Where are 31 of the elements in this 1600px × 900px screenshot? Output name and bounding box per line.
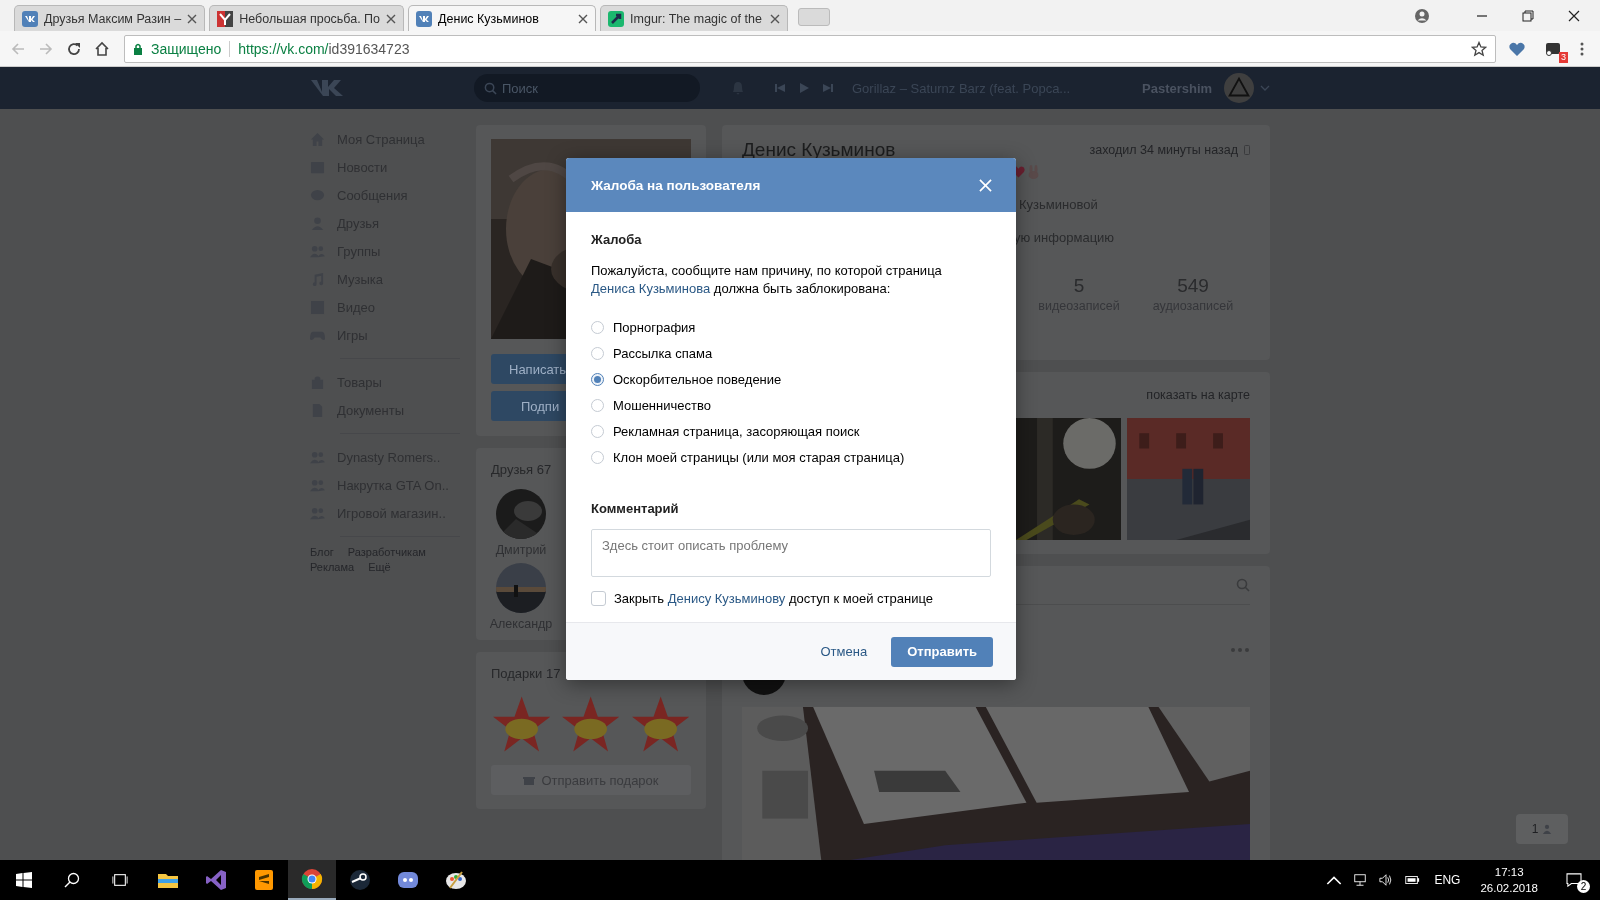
notification-count: 2 xyxy=(1577,880,1590,893)
radio-option[interactable]: Клон моей страницы (или моя старая страница) xyxy=(591,444,991,470)
security-label: Защищено xyxy=(151,40,222,57)
language-indicator[interactable]: ENG xyxy=(1434,873,1461,887)
section-title: Жалоба xyxy=(591,232,643,247)
profile-link[interactable]: Дениса Кузьминова xyxy=(591,281,711,296)
browser-tab[interactable]: Небольшая просьба. По xyxy=(209,5,405,31)
address-bar[interactable]: Защищено https://vk.com/id391634723 xyxy=(124,34,1496,63)
search-field[interactable]: Поиск xyxy=(474,74,700,102)
description-text: Пожалуйста, сообщите нам причину, по которой страница Дениса Кузьминова должна быть заблокирована: xyxy=(591,262,943,298)
radio-option[interactable]: Рассылка спама xyxy=(591,340,991,366)
dialog-title: Жалоба на пользователя xyxy=(591,177,761,193)
cancel-button[interactable]: Отмена xyxy=(804,636,884,667)
clock-time[interactable]: 17:13 xyxy=(1494,864,1524,880)
browser-tab[interactable]: Денис Кузьминов xyxy=(408,5,597,31)
profile-link[interactable]: Денису Кузьминову xyxy=(667,591,786,606)
radio-option[interactable]: Порнография xyxy=(591,314,991,340)
clock-date[interactable]: 26.02.2018 xyxy=(1480,880,1538,896)
notification-badge: 3 xyxy=(1559,51,1568,63)
profile-name: Денис Кузьминов xyxy=(742,139,896,161)
comment-field[interactable]: Здесь стоит описать проблему xyxy=(591,529,991,577)
radio-option[interactable]: Рекламная страница, засоряющая поиск xyxy=(591,418,991,444)
radio-option[interactable]: Оскорбительное поведение xyxy=(591,366,991,392)
browser-tab[interactable]: Друзья Максим Разин – xyxy=(14,5,206,31)
radio-option[interactable]: Мошенничество xyxy=(591,392,991,418)
checkbox-label[interactable]: Закрыть Денису Кузьминову доступ к моей странице xyxy=(614,591,933,606)
submit-button[interactable]: Отправить xyxy=(891,636,993,667)
url-text: https://vk.com/id391634723 xyxy=(238,40,410,57)
browser-tab[interactable]: Imgur: The magic of the xyxy=(600,5,789,31)
section-title: Комментарий xyxy=(591,501,680,516)
online-friends-button[interactable]: 1 xyxy=(1516,814,1568,844)
